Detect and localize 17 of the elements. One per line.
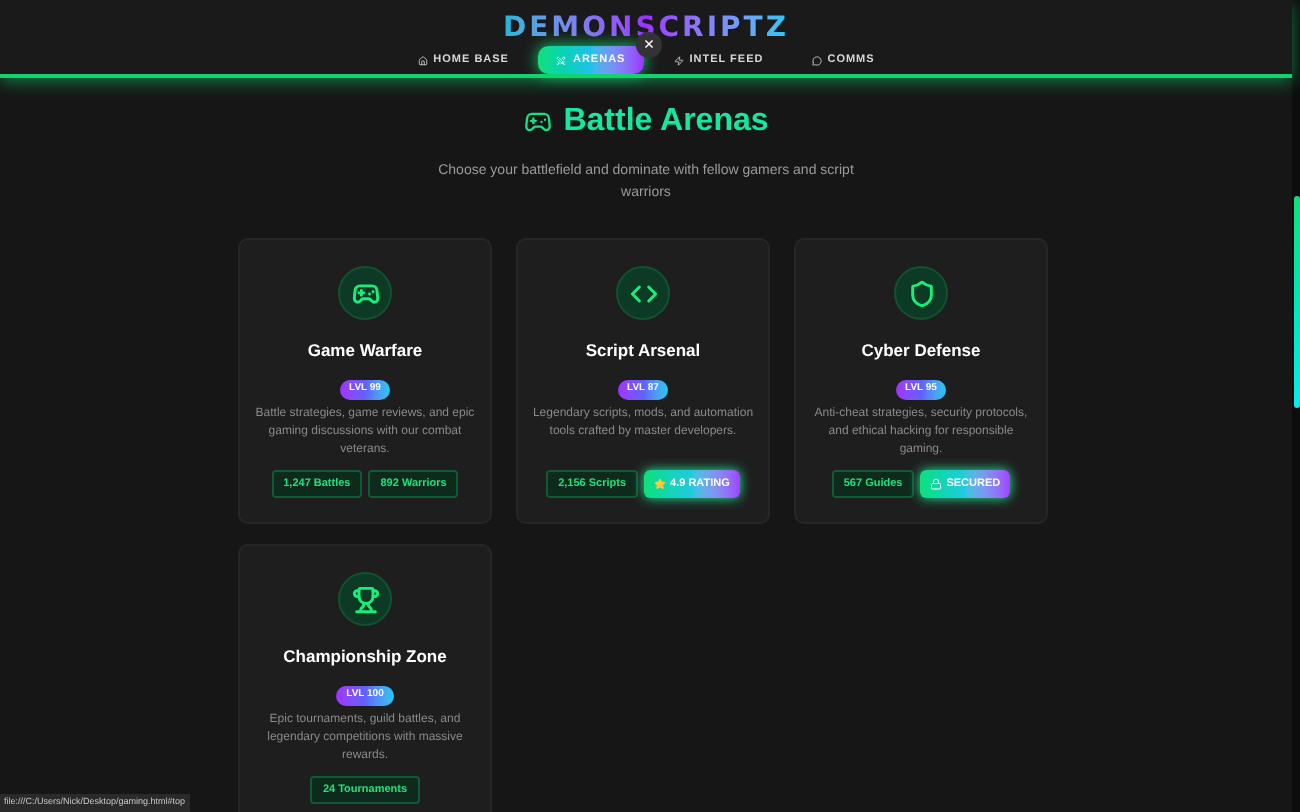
- star-icon: [654, 478, 667, 491]
- scrollbar-thumb[interactable]: [1294, 196, 1300, 408]
- lock-icon: [930, 478, 943, 491]
- card-title: Championship Zone: [283, 644, 447, 670]
- lightning-icon: [673, 55, 684, 66]
- page-title: Battle Arenas: [563, 102, 769, 143]
- gamepad-icon: [338, 266, 392, 321]
- card-title: Cyber Defense: [861, 338, 981, 364]
- gamepad-icon: [523, 108, 552, 137]
- home-icon: [417, 55, 428, 66]
- card-title: Script Arsenal: [585, 338, 701, 364]
- swords-icon: [556, 55, 567, 66]
- card-title: Game Warfare: [307, 338, 423, 364]
- chat-bubble-icon: [811, 55, 822, 66]
- code-icon: [616, 266, 670, 321]
- shield-icon: [894, 266, 948, 321]
- trophy-icon: [338, 572, 392, 627]
